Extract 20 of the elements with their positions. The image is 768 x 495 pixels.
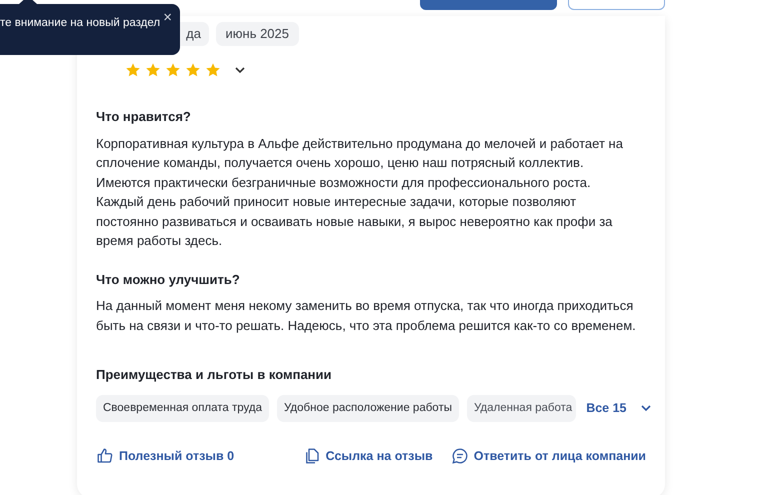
star-icon [205, 62, 221, 78]
benefit-tag: Удаленная работа [466, 394, 576, 422]
helpful-button[interactable]: Полезный отзыв 0 [96, 446, 234, 466]
review-text: На данный момент меня некому заменить во время отпуска, так что иногда приходиться быть на связи и что-то решать. Надеюсь, что эта проблема решится как-то со временем. [96, 297, 637, 335]
thumbs-up-icon [96, 447, 114, 466]
chat-bubble-icon [450, 447, 469, 466]
reply-button[interactable]: Ответить от лица компании [450, 446, 646, 466]
show-all-button[interactable]: Все 15 [586, 398, 652, 418]
copy-link-button[interactable]: Ссылка на отзыв [302, 446, 433, 466]
date-tag: июнь 2025 [216, 22, 299, 46]
star-icon [185, 62, 201, 78]
section-heading: Что можно улучшить? [96, 270, 241, 289]
benefit-tag: Своевременная оплата труда [96, 394, 270, 422]
star-icon [145, 62, 161, 78]
star-icon [165, 62, 181, 78]
review-text: Корпоративная культура в Альфе действительно продумана до мелочей и работает на сплочение команды, получается очень хорошо, ценю наш потрясный коллектив. Имеются практически безграничные возможности для профессионального роста. Каждый день рабочий приносит новые интересные задачи, которые позволяют постоянно развиваться и осваивать новые навыки, я вырос невероятно как профи за время работы здесь. [96, 134, 624, 250]
section-heading: Что нравится? [96, 108, 192, 126]
benefit-tag: Удобное расположение работы [277, 394, 459, 422]
section-heading: Преимущества и льготы в компании [96, 366, 333, 384]
star-icon [125, 62, 141, 78]
